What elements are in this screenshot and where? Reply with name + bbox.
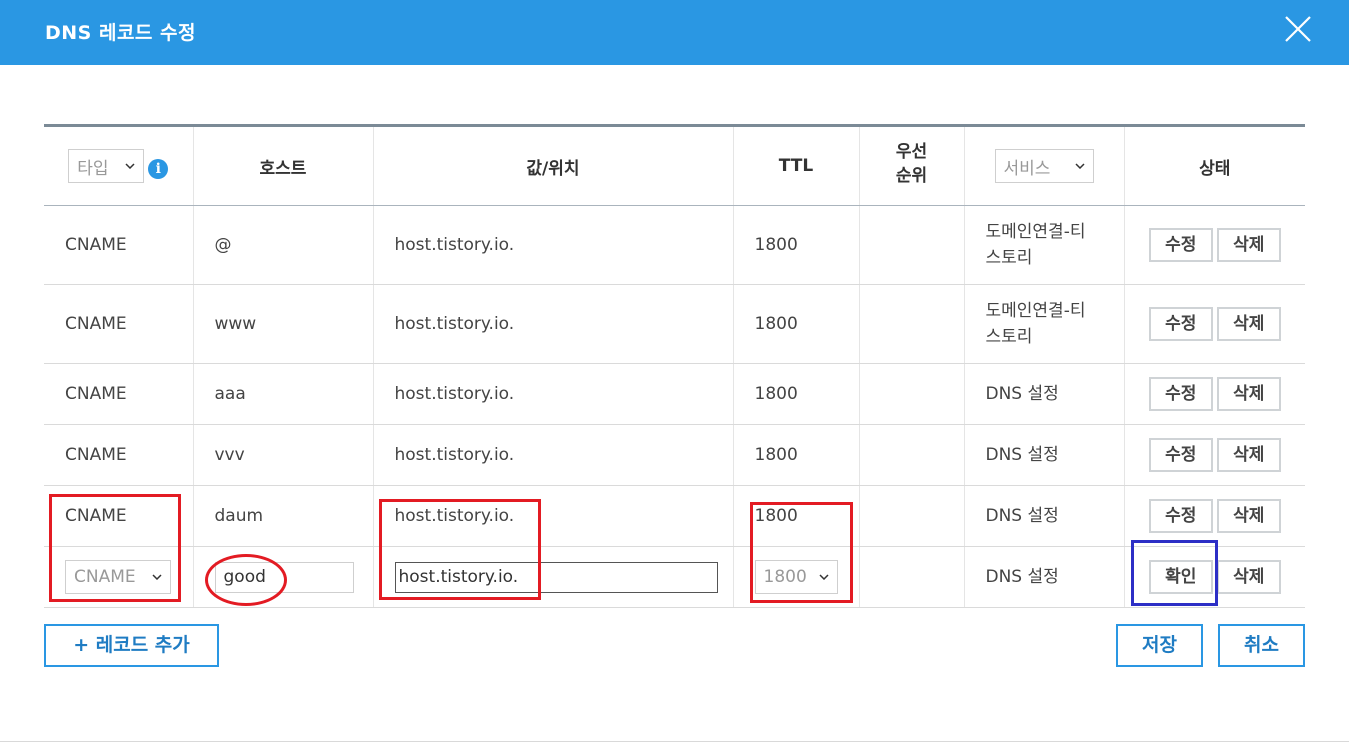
header-host: 호스트 bbox=[193, 125, 374, 206]
cell-type: CNAME bbox=[44, 363, 194, 425]
header-priority-line1: 우선 bbox=[895, 142, 928, 162]
type-filter-select[interactable]: 타입 bbox=[68, 149, 145, 183]
service-filter-select[interactable]: 서비스 bbox=[994, 149, 1094, 183]
cell-ttl-edit: 1800 bbox=[733, 546, 860, 608]
type-select-value: CNAME bbox=[74, 567, 136, 587]
delete-button[interactable]: 삭제 bbox=[1216, 307, 1281, 341]
service-line2: 스토리 bbox=[985, 327, 1033, 347]
cell-status-edit: 확인 삭제 bbox=[1124, 546, 1305, 608]
cell-ttl: 1800 bbox=[733, 485, 860, 547]
cell-priority bbox=[859, 424, 965, 486]
edit-button[interactable]: 수정 bbox=[1148, 228, 1213, 262]
edit-button[interactable]: 수정 bbox=[1148, 377, 1213, 411]
cell-value: host.tistory.io. bbox=[373, 485, 734, 547]
service-filter-label: 서비스 bbox=[1003, 158, 1051, 179]
cell-status: 수정 삭제 bbox=[1124, 205, 1305, 285]
cell-status: 수정 삭제 bbox=[1124, 424, 1305, 486]
cell-host: www bbox=[193, 284, 374, 364]
table-row: CNAME aaa host.tistory.io. 1800 DNS 설정 수… bbox=[44, 363, 1305, 425]
cell-value-edit bbox=[373, 546, 734, 608]
chevron-down-icon bbox=[152, 574, 162, 580]
delete-button[interactable]: 삭제 bbox=[1216, 499, 1281, 533]
cell-priority-edit bbox=[859, 546, 965, 608]
table-row: CNAME daum host.tistory.io. 1800 DNS 설정 … bbox=[44, 485, 1305, 547]
confirm-button[interactable]: 확인 bbox=[1148, 560, 1213, 594]
cell-host: daum bbox=[193, 485, 374, 547]
save-button[interactable]: 저장 bbox=[1116, 624, 1203, 667]
header-type: 타입 i bbox=[44, 125, 194, 206]
service-line1: 도메인연결-티 bbox=[985, 222, 1086, 242]
cell-host: vvv bbox=[193, 424, 374, 486]
header-ttl: TTL bbox=[733, 125, 860, 206]
service-line1: 도메인연결-티 bbox=[985, 301, 1086, 321]
edit-button[interactable]: 수정 bbox=[1148, 499, 1213, 533]
cell-host-edit bbox=[193, 546, 374, 608]
cell-service: 도메인연결-티스토리 bbox=[964, 205, 1125, 285]
delete-button[interactable]: 삭제 bbox=[1216, 438, 1281, 472]
cell-value: host.tistory.io. bbox=[373, 284, 734, 364]
cell-ttl: 1800 bbox=[733, 363, 860, 425]
table-row: CNAME www host.tistory.io. 1800 도메인연결-티스… bbox=[44, 284, 1305, 364]
cell-type-edit: CNAME bbox=[44, 546, 194, 608]
cell-priority bbox=[859, 284, 965, 364]
divider bbox=[0, 741, 1349, 742]
delete-button[interactable]: 삭제 bbox=[1216, 377, 1281, 411]
cell-priority bbox=[859, 485, 965, 547]
cell-priority bbox=[859, 363, 965, 425]
cell-service-edit: DNS 설정 bbox=[964, 546, 1125, 608]
service-line2: 스토리 bbox=[985, 248, 1033, 268]
close-button[interactable] bbox=[1283, 14, 1313, 44]
cell-ttl: 1800 bbox=[733, 424, 860, 486]
header-value: 값/위치 bbox=[373, 125, 734, 206]
cancel-button[interactable]: 취소 bbox=[1218, 624, 1305, 667]
cell-service: DNS 설정 bbox=[964, 424, 1125, 486]
header-status: 상태 bbox=[1124, 125, 1305, 206]
edit-row: CNAME 1800 DNS 설정 확인삭제 bbox=[44, 546, 1305, 608]
header-priority: 우선 순위 bbox=[859, 125, 965, 206]
table-row: CNAME vvv host.tistory.io. 1800 DNS 설정 수… bbox=[44, 424, 1305, 486]
ttl-select[interactable]: 1800 bbox=[754, 560, 838, 594]
cell-service: DNS 설정 bbox=[964, 485, 1125, 547]
table-row: CNAME @ host.tistory.io. 1800 도메인연결-티스토리… bbox=[44, 205, 1305, 285]
cell-priority bbox=[859, 205, 965, 285]
info-icon[interactable]: i bbox=[148, 158, 169, 179]
ttl-select-value: 1800 bbox=[763, 567, 807, 587]
table-header-row: 타입 i 호스트 값/위치 TTL 우선 순위 서비스 상태 bbox=[44, 125, 1305, 206]
chevron-down-icon bbox=[818, 574, 829, 580]
chevron-down-icon bbox=[1074, 163, 1085, 169]
cell-value: host.tistory.io. bbox=[373, 363, 734, 425]
cell-value: host.tistory.io. bbox=[373, 205, 734, 285]
dialog-title: DNS 레코드 수정 bbox=[45, 22, 196, 44]
host-input[interactable] bbox=[214, 561, 354, 593]
delete-button[interactable]: 삭제 bbox=[1216, 228, 1281, 262]
chevron-down-icon bbox=[125, 163, 135, 169]
dns-record-table-wrapper: 타입 i 호스트 값/위치 TTL 우선 순위 서비스 상태 CNAME @ h… bbox=[44, 124, 1305, 608]
cell-value: host.tistory.io. bbox=[373, 424, 734, 486]
cell-type: CNAME bbox=[44, 205, 194, 285]
cell-ttl: 1800 bbox=[733, 205, 860, 285]
header-priority-line2: 순위 bbox=[895, 166, 928, 186]
type-filter-label: 타입 bbox=[77, 158, 109, 179]
edit-button[interactable]: 수정 bbox=[1148, 438, 1213, 472]
type-select[interactable]: CNAME bbox=[65, 560, 171, 594]
close-icon bbox=[1285, 16, 1311, 42]
cell-type: CNAME bbox=[44, 284, 194, 364]
dialog-header: DNS 레코드 수정 bbox=[0, 0, 1349, 65]
header-service: 서비스 bbox=[964, 125, 1125, 206]
cell-service: 도메인연결-티스토리 bbox=[964, 284, 1125, 364]
cell-type: CNAME bbox=[44, 485, 194, 547]
cell-host: @ bbox=[193, 205, 374, 285]
cell-host: aaa bbox=[193, 363, 374, 425]
cell-type: CNAME bbox=[44, 424, 194, 486]
cell-service: DNS 설정 bbox=[964, 363, 1125, 425]
value-input[interactable] bbox=[394, 561, 718, 593]
delete-button[interactable]: 삭제 bbox=[1216, 560, 1281, 594]
dns-record-table: 타입 i 호스트 값/위치 TTL 우선 순위 서비스 상태 CNAME @ h… bbox=[44, 124, 1305, 608]
cell-status: 수정 삭제 bbox=[1124, 485, 1305, 547]
edit-button[interactable]: 수정 bbox=[1148, 307, 1213, 341]
cell-ttl: 1800 bbox=[733, 284, 860, 364]
cell-status: 수정 삭제 bbox=[1124, 363, 1305, 425]
cell-status: 수정 삭제 bbox=[1124, 284, 1305, 364]
add-record-button[interactable]: + 레코드 추가 bbox=[44, 624, 219, 667]
